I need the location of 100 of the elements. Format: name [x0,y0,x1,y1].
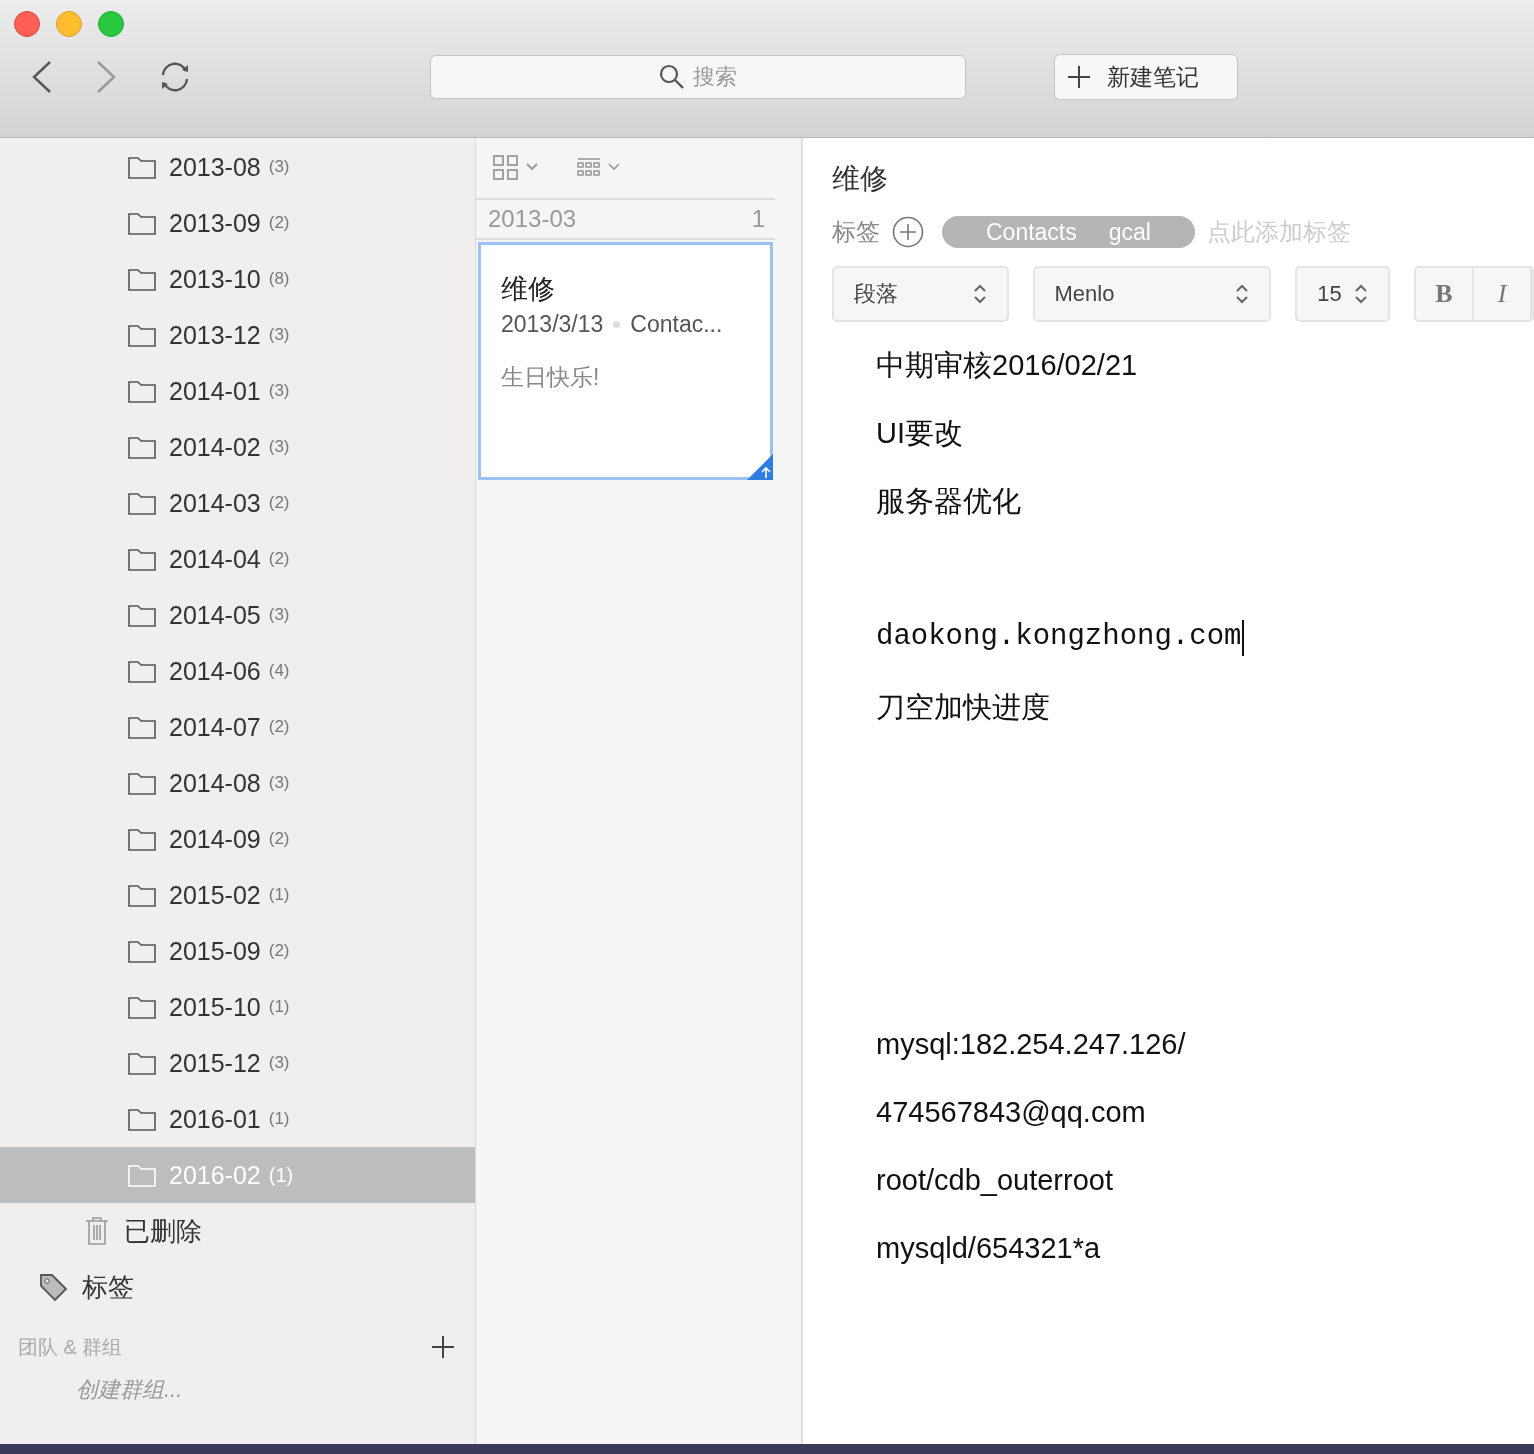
note-date: 2013/3/13 [501,311,604,338]
text-cursor [1242,620,1245,656]
trash-icon[interactable] [84,1216,110,1246]
folder-name: 2015-12 [169,1048,261,1078]
note-count: (2) [268,549,290,569]
folder-item[interactable]: 2014-07 (2) [0,699,475,755]
folder-name: 2014-08 [169,768,261,798]
note-snippet: 生日快乐! [501,363,601,392]
folder-item[interactable]: 2015-02 (1) [0,867,475,923]
italic-button[interactable]: I [1474,268,1532,320]
folder-name: 2013-09 [169,208,261,238]
folder-name: 2014-07 [169,712,261,742]
text-line: 中期审核2016/02/21 [876,348,1138,383]
note-count: (2) [268,829,290,849]
bold-button[interactable]: B [1416,268,1474,320]
folder-icon [127,994,157,1020]
folder-name: 2014-06 [169,656,261,686]
note-count: (3) [268,437,290,457]
folder-item[interactable]: 2014-05 (3) [0,587,475,643]
folder-item[interactable]: 2015-09 (2) [0,923,475,979]
folder-name: 2014-09 [169,824,261,854]
note-count: (3) [268,605,290,625]
plus-icon [1067,65,1091,89]
note-count: (2) [268,493,290,513]
folder-icon [127,378,157,404]
folder-item[interactable]: 2013-10 (8) [0,251,475,307]
folder-item[interactable]: 2016-01 (1) [0,1091,475,1147]
note-count: (1) [268,997,290,1017]
note-title[interactable]: 维修 [832,160,1534,200]
note-count: (3) [268,157,290,177]
add-tag-icon[interactable] [892,216,924,248]
note-title: 维修 [501,273,556,306]
note-count: (2) [268,941,290,961]
folder-name: 2013-12 [169,320,261,350]
text-line: 刀空加快进度 [876,690,1050,725]
folder-name: 2013-08 [169,152,261,182]
folder-icon [127,1106,157,1132]
folder-name: 2015-02 [169,880,261,910]
text-line: mysqld/654321*a [876,1232,1101,1265]
folder-name: 2014-03 [169,488,261,518]
group-date: 2013-03 [488,205,577,233]
tag-icon[interactable] [38,1272,68,1302]
folder-name: 2016-02 [169,1160,261,1190]
folder-name: 2013-10 [169,264,261,294]
note-card[interactable]: 维修 2013/3/13 Contac... 生日快乐! [478,242,773,480]
zoom-window-button[interactable] [98,11,124,37]
note-count: (3) [268,1053,290,1073]
folder-name: 2014-05 [169,600,261,630]
tag-name: gcal [1108,218,1151,246]
folder-item[interactable]: 2014-09 (2) [0,811,475,867]
section-header: 团队 & 群组 [18,1334,123,1360]
font-size-select[interactable]: 15 [1295,266,1390,322]
font-select[interactable]: Menlo [1032,266,1272,322]
folder-item[interactable]: 2013-12 (3) [0,307,475,363]
folder-icon [127,770,157,796]
folder-name: 2016-01 [169,1104,261,1134]
up-down-icon [1354,283,1368,305]
tags-label: 标签 [832,217,880,247]
folder-icon [127,938,157,964]
paragraph-style-select[interactable]: 段落 [832,266,1009,322]
note-count: (2) [268,213,290,233]
folder-item[interactable]: 2014-08 (3) [0,755,475,811]
folder-item[interactable]: 2014-04 (2) [0,531,475,587]
folder-icon [127,210,157,236]
folder-name: 2014-02 [169,432,261,462]
folder-item[interactable]: 2015-10 (1) [0,979,475,1035]
tag-name: Contacts [986,218,1077,246]
note-count: (2) [268,717,290,737]
text-line: mysql:182.254.247.126/ [876,1028,1186,1061]
note-count: (8) [268,269,290,289]
close-window-button[interactable] [14,11,40,37]
note-tag: Contac... [630,311,723,338]
folder-item[interactable]: 2014-06 (4) [0,643,475,699]
folder-icon [127,882,157,908]
search-icon [659,64,685,90]
folder-item[interactable]: 2013-09 (2) [0,195,475,251]
group-count: 1 [751,205,765,233]
folder-item[interactable]: 2014-01 (3) [0,363,475,419]
folder-icon [127,658,157,684]
folder-name: 2015-09 [169,936,261,966]
sync-corner-icon [747,454,773,480]
note-count: (1) [268,1109,290,1129]
note-count: (1) [268,1163,294,1187]
folder-item[interactable]: 2014-03 (2) [0,475,475,531]
text-line: root/cdb_outerroot [876,1164,1113,1197]
text-line: 474567843@qq.com [876,1096,1146,1129]
note-count: (3) [268,325,290,345]
folder-icon [127,266,157,292]
new-note-button[interactable]: 新建笔记 [1054,54,1238,100]
tags-label[interactable]: 标签 [82,1269,134,1305]
folder-item[interactable]: 2014-02 (3) [0,419,475,475]
minimize-window-button[interactable] [56,11,82,37]
trash-label[interactable]: 已删除 [124,1213,202,1249]
folder-item[interactable]: 2013-08 (3) [0,139,475,195]
add-icon[interactable] [431,1335,455,1359]
folder-icon [127,714,157,740]
folder-item[interactable]: 2015-12 (3) [0,1035,475,1091]
folder-icon [127,154,157,180]
folder-icon [127,1050,157,1076]
up-down-icon [972,283,987,305]
